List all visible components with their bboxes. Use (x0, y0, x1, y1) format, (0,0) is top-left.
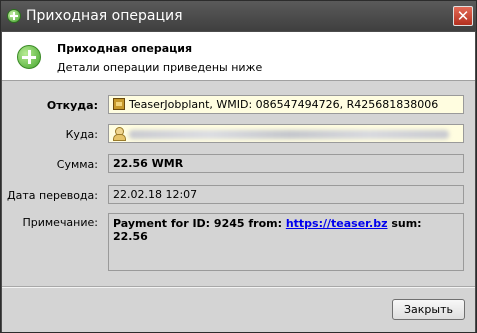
to-field[interactable] (108, 124, 464, 143)
from-value: TeaserJobplant, WMID: 086547494726, R425… (129, 98, 439, 111)
redacted-value (129, 129, 449, 139)
close-icon[interactable]: ✕ (453, 6, 473, 26)
wallet-icon (113, 98, 125, 110)
from-label: Откуда: (46, 99, 98, 112)
note-field[interactable]: Payment for ID: 9245 from: https://tease… (108, 213, 464, 271)
note-label: Примечание: (22, 216, 98, 229)
date-label: Дата перевода: (7, 189, 98, 202)
date-field[interactable]: 22.02.18 12:07 (108, 185, 464, 204)
transaction-dialog: Приходная операция ✕ Приходная операция … (0, 0, 477, 333)
add-circle-icon (7, 9, 21, 23)
amount-label: Сумма: (56, 158, 98, 171)
footer-divider (2, 286, 475, 288)
header-title: Приходная операция (57, 42, 193, 55)
user-icon (113, 127, 126, 141)
window-title: Приходная операция (26, 8, 183, 24)
note-link[interactable]: https://teaser.bz (286, 217, 388, 230)
add-circle-icon (17, 45, 41, 69)
title-bar[interactable]: Приходная операция ✕ (1, 1, 476, 31)
amount-field[interactable]: 22.56 WMR (108, 154, 464, 173)
dialog-header: Приходная операция Детали операции приве… (2, 32, 475, 81)
header-subtitle: Детали операции приведены ниже (57, 61, 263, 74)
from-field[interactable]: TeaserJobplant, WMID: 086547494726, R425… (108, 95, 464, 114)
note-prefix: Payment for ID: 9245 from: (113, 217, 286, 230)
dialog-body: Откуда: TeaserJobplant, WMID: 0865474947… (2, 81, 475, 332)
to-label: Куда: (65, 128, 98, 141)
close-button[interactable]: Закрыть (392, 299, 465, 320)
